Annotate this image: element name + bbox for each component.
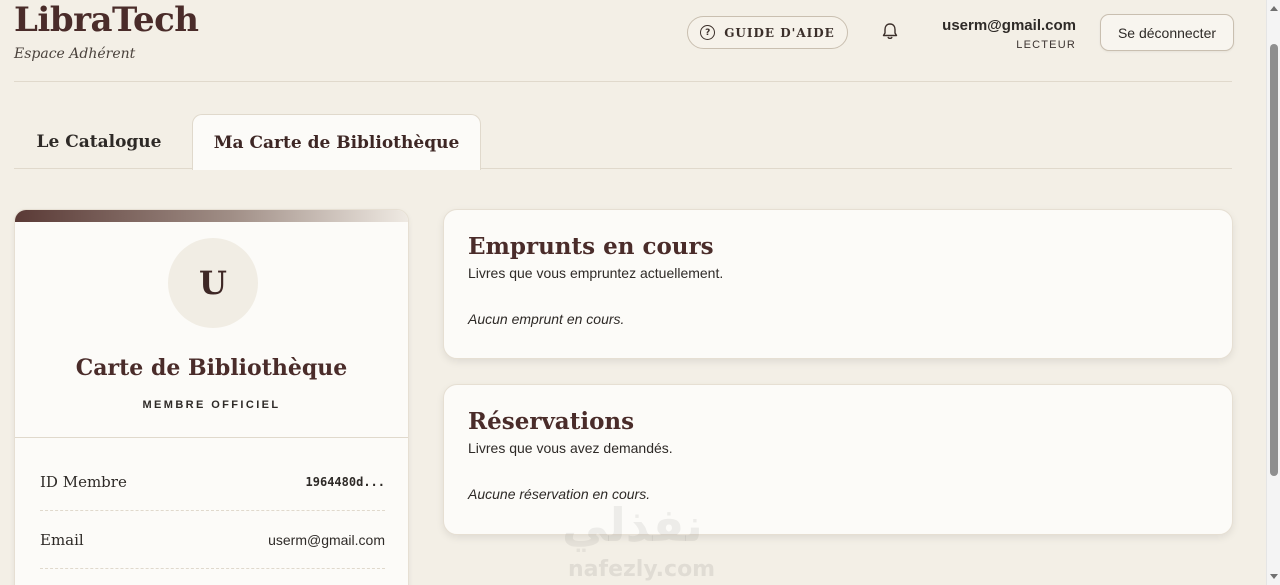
reservations-subtitle: Livres que vous avez demandés. <box>468 440 673 456</box>
help-guide-label: GUIDE D'AIDE <box>724 25 835 40</box>
loans-empty-message: Aucun emprunt en cours. <box>468 311 625 327</box>
member-email-label: Email <box>40 530 84 549</box>
scrollbar-thumb[interactable] <box>1270 44 1278 476</box>
app-header: LibraTech Espace Adhérent ? GUIDE D'AIDE… <box>14 0 1234 82</box>
card-title: Carte de Bibliothèque <box>75 355 348 381</box>
watermark-latin: nafezly.com <box>568 557 716 582</box>
watermark-arabic: نفذلي <box>562 498 703 552</box>
loans-title: Emprunts en cours <box>468 233 714 260</box>
brand-subtitle: Espace Adhérent <box>14 46 136 62</box>
question-circle-icon: ? <box>700 25 716 40</box>
user-role: LECTEUR <box>1016 39 1076 51</box>
reservations-title: Réservations <box>468 408 635 435</box>
library-card: U Carte de Bibliothèque MEMBRE OFFICIEL … <box>14 209 409 585</box>
main-tabs: Le Catalogue Ma Carte de Bibliothèque <box>14 114 1232 170</box>
member-id-row: ID Membre 1964480d... <box>40 453 385 511</box>
card-divider <box>15 437 408 438</box>
scroll-down-arrow-icon[interactable] <box>1270 574 1278 579</box>
tab-catalogue[interactable]: Le Catalogue <box>14 114 184 169</box>
avatar: U <box>168 238 258 328</box>
brand-title[interactable]: LibraTech <box>14 0 199 40</box>
bell-icon[interactable] <box>881 22 899 42</box>
member-id-label: ID Membre <box>40 472 127 491</box>
member-badge: MEMBRE OFFICIEL <box>142 399 281 411</box>
member-email-value: userm@gmail.com <box>268 531 385 548</box>
card-accent-bar <box>15 210 408 222</box>
scroll-up-arrow-icon[interactable] <box>1270 6 1278 11</box>
user-email: userm@gmail.com <box>942 17 1076 34</box>
loans-panel: Emprunts en cours Livres que vous emprun… <box>443 209 1233 359</box>
help-guide-button[interactable]: ? GUIDE D'AIDE <box>687 16 848 49</box>
member-id-value: 1964480d... <box>305 474 385 489</box>
page-scrollbar[interactable] <box>1266 0 1280 585</box>
member-email-row: Email userm@gmail.com <box>40 511 385 569</box>
loans-subtitle: Livres que vous empruntez actuellement. <box>468 265 724 281</box>
tab-library-card[interactable]: Ma Carte de Bibliothèque <box>192 114 481 170</box>
logout-button[interactable]: Se déconnecter <box>1100 14 1234 51</box>
